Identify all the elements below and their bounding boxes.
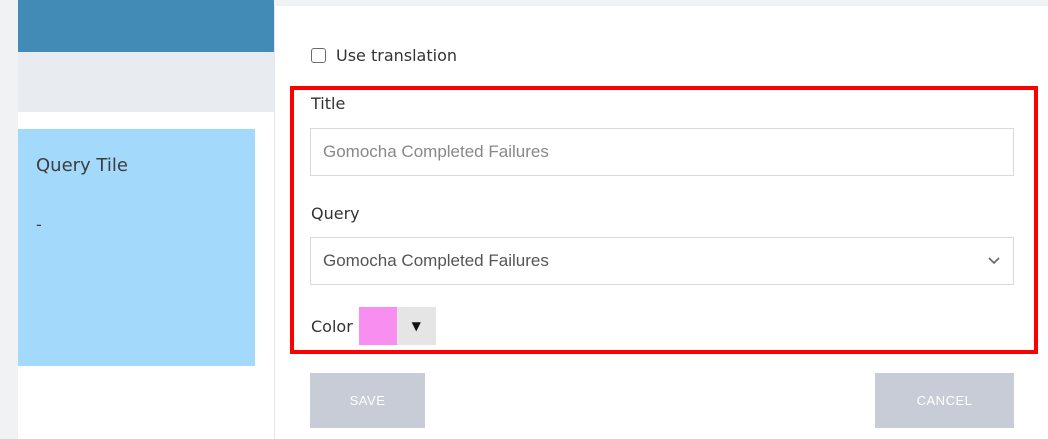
tile-title: Query Tile: [36, 155, 128, 176]
use-translation-row: Use translation: [311, 46, 457, 65]
title-input[interactable]: [310, 128, 1014, 176]
color-label: Color: [311, 316, 353, 336]
tile-settings-form: Use translation Title Query Gomocha Comp…: [274, 6, 1048, 439]
title-label: Title: [311, 94, 346, 113]
caret-down-icon: ▼: [411, 319, 421, 333]
query-label: Query: [311, 204, 360, 223]
query-select[interactable]: Gomocha Completed Failures: [310, 237, 1014, 285]
color-swatch[interactable]: [358, 307, 397, 345]
color-picker-row: Color ▼: [311, 307, 436, 345]
tile-value: -: [36, 215, 42, 234]
left-header-bar: [18, 0, 274, 52]
color-dropdown-button[interactable]: ▼: [396, 307, 436, 345]
query-tile-preview: Query Tile -: [18, 129, 255, 366]
chevron-down-icon: [988, 257, 1000, 265]
left-sub-bar: [18, 52, 274, 112]
left-edge-strip: [0, 0, 18, 439]
cancel-button[interactable]: CANCEL: [875, 373, 1014, 428]
use-translation-checkbox[interactable]: [311, 48, 326, 63]
query-select-value: Gomocha Completed Failures: [323, 251, 549, 270]
save-button[interactable]: SAVE: [310, 373, 425, 428]
use-translation-label: Use translation: [336, 46, 458, 65]
